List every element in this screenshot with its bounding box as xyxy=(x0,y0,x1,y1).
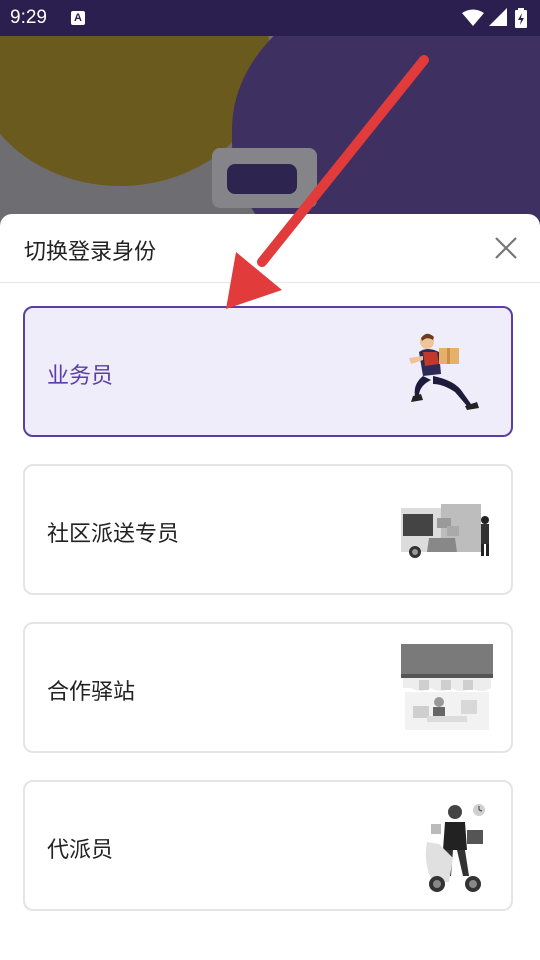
option-label: 业务员 xyxy=(47,364,114,389)
switch-identity-dialog: 切换登录身份 业务员 社区派送专员 合作驿站 代派员 xyxy=(0,214,540,960)
background-card-inner xyxy=(227,164,297,194)
close-icon[interactable] xyxy=(488,230,524,266)
option-label: 代派员 xyxy=(47,838,114,863)
option-label: 社区派送专员 xyxy=(47,522,180,547)
option-salesman[interactable]: 业务员 xyxy=(23,306,513,437)
option-label: 合作驿站 xyxy=(47,680,136,705)
status-time: 9:29 xyxy=(10,7,47,28)
delivery-truck-icon xyxy=(401,504,489,558)
option-community-delivery[interactable]: 社区派送专员 xyxy=(23,464,513,595)
wifi-icon xyxy=(462,9,484,26)
dialog-header: 切换登录身份 xyxy=(0,214,540,283)
signal-icon xyxy=(489,8,507,26)
status-bar: 9:29 A xyxy=(0,0,540,36)
station-storefront-icon xyxy=(401,644,493,730)
courier-running-icon xyxy=(409,333,479,410)
scooter-courier-icon xyxy=(425,804,485,892)
option-proxy-courier[interactable]: 代派员 xyxy=(23,780,513,911)
dialog-title: 切换登录身份 xyxy=(24,240,157,265)
battery-icon xyxy=(515,8,527,28)
option-partner-station[interactable]: 合作驿站 xyxy=(23,622,513,753)
notification-icon: A xyxy=(71,11,85,25)
